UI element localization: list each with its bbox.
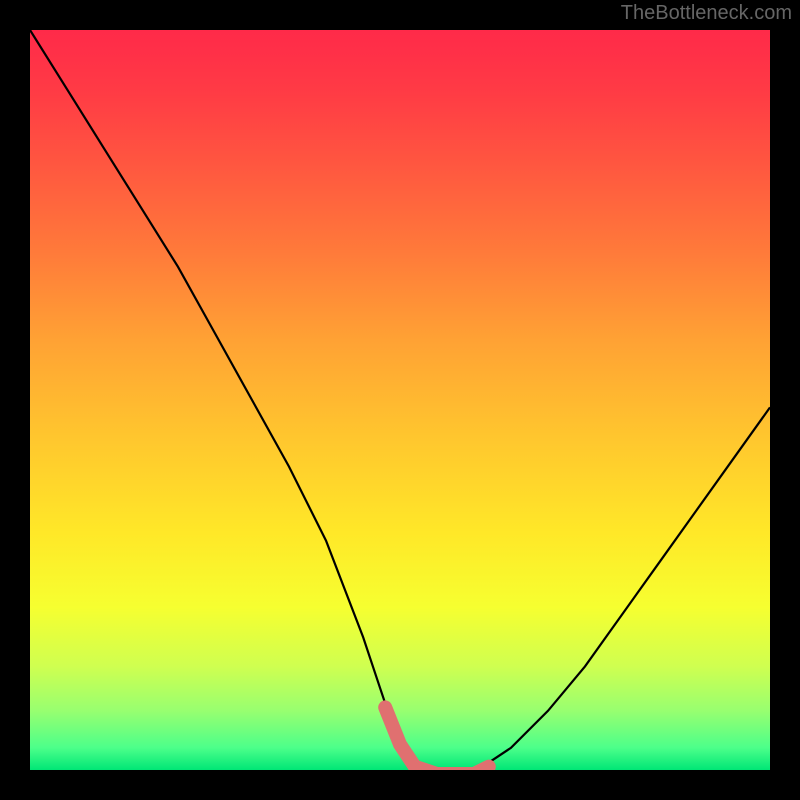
optimal-zone-marker (385, 707, 489, 770)
chart-frame: TheBottleneck.com (0, 0, 800, 800)
bottleneck-curve-line (30, 30, 770, 770)
watermark-text: TheBottleneck.com (621, 2, 792, 25)
line-overlay (30, 30, 770, 770)
plot-area (30, 30, 770, 770)
